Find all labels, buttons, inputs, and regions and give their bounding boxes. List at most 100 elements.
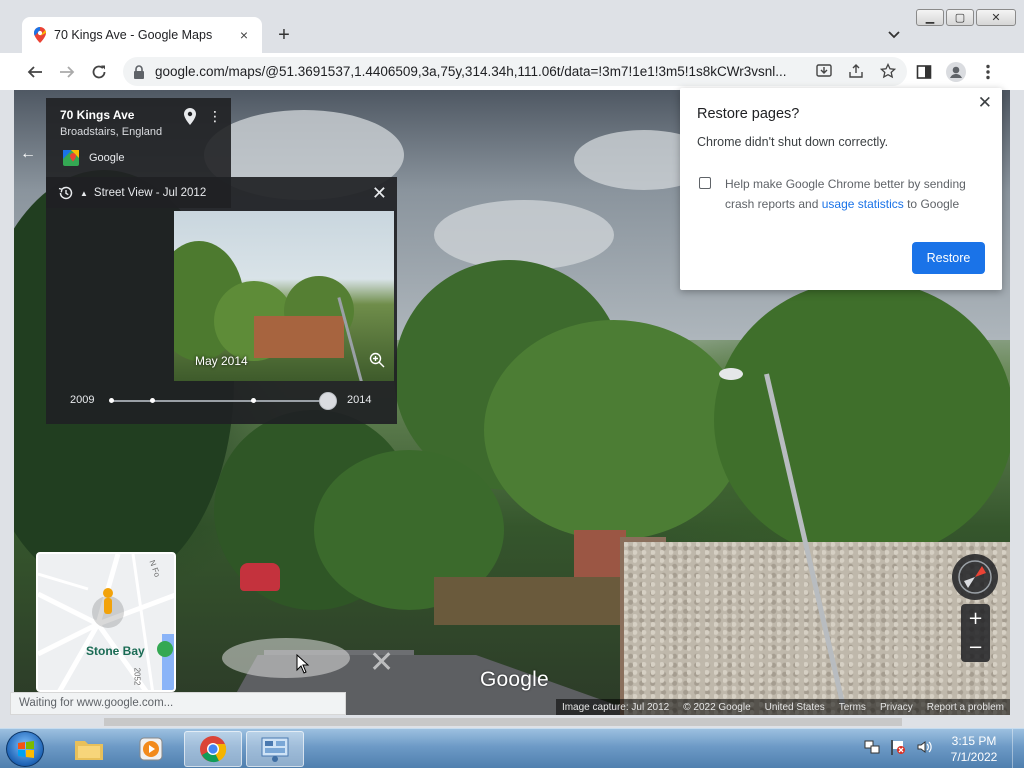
mini-map[interactable]: Stone Bay N Fo 2052 <box>36 552 176 692</box>
network-icon[interactable] <box>864 739 880 755</box>
compass-button[interactable] <box>952 554 998 600</box>
restore-pages-dialog: Restore pages? ✕ Chrome didn't shut down… <box>680 88 1002 290</box>
tab-search-chevron-icon[interactable] <box>885 27 903 43</box>
wooden-fence <box>434 577 634 625</box>
media-player-icon <box>139 737 163 761</box>
slider-tick[interactable] <box>109 398 114 403</box>
time-travel-header: Street View - Jul 2012 <box>93 187 207 199</box>
clock-date: 7/1/2022 <box>950 750 998 764</box>
slider-tick[interactable] <box>251 398 256 403</box>
chrome-menu-button[interactable] <box>977 61 999 83</box>
slider-knob[interactable] <box>319 392 337 410</box>
country-link[interactable]: United States <box>765 702 825 713</box>
street-lamp-head <box>719 368 743 380</box>
parked-red-car <box>240 563 280 591</box>
privacy-link[interactable]: Privacy <box>880 702 913 713</box>
clock-time: 3:15 PM <box>951 734 997 748</box>
taskbar-control-panel[interactable] <box>246 731 304 767</box>
dialog-title: Restore pages? <box>697 106 800 122</box>
tree <box>714 280 1010 560</box>
copyright: © 2022 Google <box>683 701 751 713</box>
zoom-control: + − <box>961 604 990 662</box>
slider-start-year: 2009 <box>70 394 95 406</box>
install-app-icon[interactable] <box>815 62 833 80</box>
crash-report-checkbox[interactable] <box>699 177 711 189</box>
place-address[interactable]: 70 Kings Ave <box>60 108 134 122</box>
action-center-flag-icon[interactable] <box>890 739 906 755</box>
google-maps-logo-icon <box>63 150 79 166</box>
browser-tab[interactable]: 70 Kings Ave - Google Maps × <box>22 17 262 53</box>
share-icon[interactable] <box>847 62 865 80</box>
slider-track[interactable] <box>110 400 328 402</box>
windows-taskbar: 3:15 PM 7/1/2022 <box>0 728 1024 768</box>
tab-close-icon[interactable]: × <box>236 27 252 43</box>
crash-report-text-end: to Google <box>903 197 960 211</box>
dialog-close-icon[interactable]: ✕ <box>978 93 992 113</box>
kebab-menu-icon <box>986 64 990 80</box>
horizontal-scrollbar[interactable] <box>104 718 902 726</box>
new-tab-button[interactable]: + <box>274 24 294 46</box>
mini-map-road-label: 2052 <box>132 667 142 686</box>
reload-button[interactable] <box>88 61 110 83</box>
browser-window: ▁ ▢ ✕ 70 Kings Ave - Google Maps × + goo… <box>0 0 1024 728</box>
zoom-in-magnifier-icon[interactable] <box>369 352 385 368</box>
close-time-travel-icon[interactable]: ✕ <box>372 183 387 204</box>
windows-logo-icon <box>18 741 34 758</box>
back-arrow-icon <box>27 66 42 78</box>
window-controls: ▁ ▢ ✕ <box>916 9 1016 26</box>
terms-link[interactable]: Terms <box>839 702 866 713</box>
road-marking: ✕ <box>369 645 395 680</box>
zoom-in-button[interactable]: + <box>961 604 990 633</box>
location-pin-icon[interactable] <box>184 108 196 125</box>
system-clock[interactable]: 3:15 PM 7/1/2022 <box>946 733 1002 765</box>
taskbar-file-explorer[interactable] <box>60 731 118 767</box>
folder-icon <box>75 741 103 760</box>
control-panel-icon <box>261 737 289 762</box>
forward-arrow-icon <box>60 66 75 78</box>
navigation-arrow[interactable] <box>222 638 350 678</box>
google-watermark: Google <box>480 668 549 691</box>
thumbnail-date: May 2014 <box>195 354 248 368</box>
time-travel-panel: ▲ Street View - Jul 2012 ✕ May 2014 2009… <box>46 177 397 424</box>
cloud <box>434 200 614 270</box>
house <box>254 316 344 358</box>
address-bar[interactable]: google.com/maps/@51.3691537,1.4406509,3a… <box>123 57 907 86</box>
mouse-cursor-icon <box>296 654 310 674</box>
dialog-subtitle: Chrome didn't shut down correctly. <box>697 135 889 149</box>
browser-toolbar: google.com/maps/@51.3691537,1.4406509,3a… <box>0 53 1024 90</box>
place-locality: Broadstairs, England <box>60 126 163 138</box>
year-slider[interactable]: 2009 2014 <box>58 389 386 413</box>
lock-icon <box>134 64 144 79</box>
maximize-button[interactable]: ▢ <box>946 9 974 26</box>
volume-icon[interactable] <box>916 739 932 755</box>
side-panel-button[interactable] <box>913 61 935 83</box>
profile-avatar-icon <box>946 62 966 82</box>
chrome-icon <box>200 736 227 763</box>
tree <box>484 320 744 540</box>
taskbar-media-player[interactable] <box>122 731 180 767</box>
forward-button[interactable] <box>56 61 78 83</box>
back-button[interactable] <box>24 61 46 83</box>
report-problem-link[interactable]: Report a problem <box>927 702 1004 713</box>
map-footer: Image capture: Jul 2012 © 2022 Google Un… <box>555 699 1010 715</box>
exit-street-view-arrow-icon[interactable]: ← <box>20 145 36 163</box>
profile-button[interactable] <box>945 61 967 83</box>
taskbar-chrome[interactable] <box>184 731 242 767</box>
loading-status: Waiting for www.google.com... <box>10 692 346 715</box>
usage-statistics-link[interactable]: usage statistics <box>822 197 904 211</box>
bookmark-star-icon[interactable] <box>879 62 897 80</box>
slider-end-year: 2014 <box>347 394 372 406</box>
show-desktop-button[interactable] <box>1012 729 1024 768</box>
maps-pin-icon <box>34 27 46 43</box>
minimize-button[interactable]: ▁ <box>916 9 944 26</box>
reload-icon <box>92 65 106 79</box>
zoom-out-button[interactable]: − <box>961 633 990 662</box>
url-text[interactable]: google.com/maps/@51.3691537,1.4406509,3a… <box>155 64 795 79</box>
slider-tick[interactable] <box>150 398 155 403</box>
mini-map-place-label[interactable]: Stone Bay <box>86 644 145 658</box>
more-options-icon[interactable]: ⋮ <box>208 108 222 125</box>
restore-button[interactable]: Restore <box>912 242 985 274</box>
start-button[interactable] <box>6 731 44 767</box>
close-window-button[interactable]: ✕ <box>976 9 1016 26</box>
history-clock-icon[interactable] <box>58 185 74 201</box>
